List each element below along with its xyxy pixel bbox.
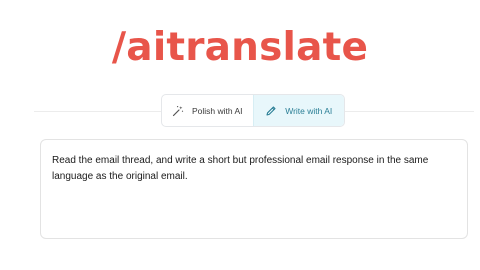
tab-write-label: Write with AI: [285, 105, 333, 116]
prompt-text: Read the email thread, and write a short…: [52, 155, 429, 182]
tab-write-with-ai[interactable]: Write with AI: [252, 95, 344, 126]
tab-polish-with-ai[interactable]: Polish with AI: [162, 95, 253, 126]
brand-logo: /aitranslate: [111, 25, 369, 70]
page: /aitranslate Polish with AI Write with A…: [0, 0, 480, 270]
tab-polish-label: Polish with AI: [191, 105, 243, 116]
mode-tabs: Polish with AI Write with AI: [161, 94, 345, 127]
magic-wand-icon: [172, 105, 184, 117]
pencil-icon: [265, 105, 277, 117]
prompt-textarea[interactable]: Read the email thread, and write a short…: [40, 139, 468, 239]
